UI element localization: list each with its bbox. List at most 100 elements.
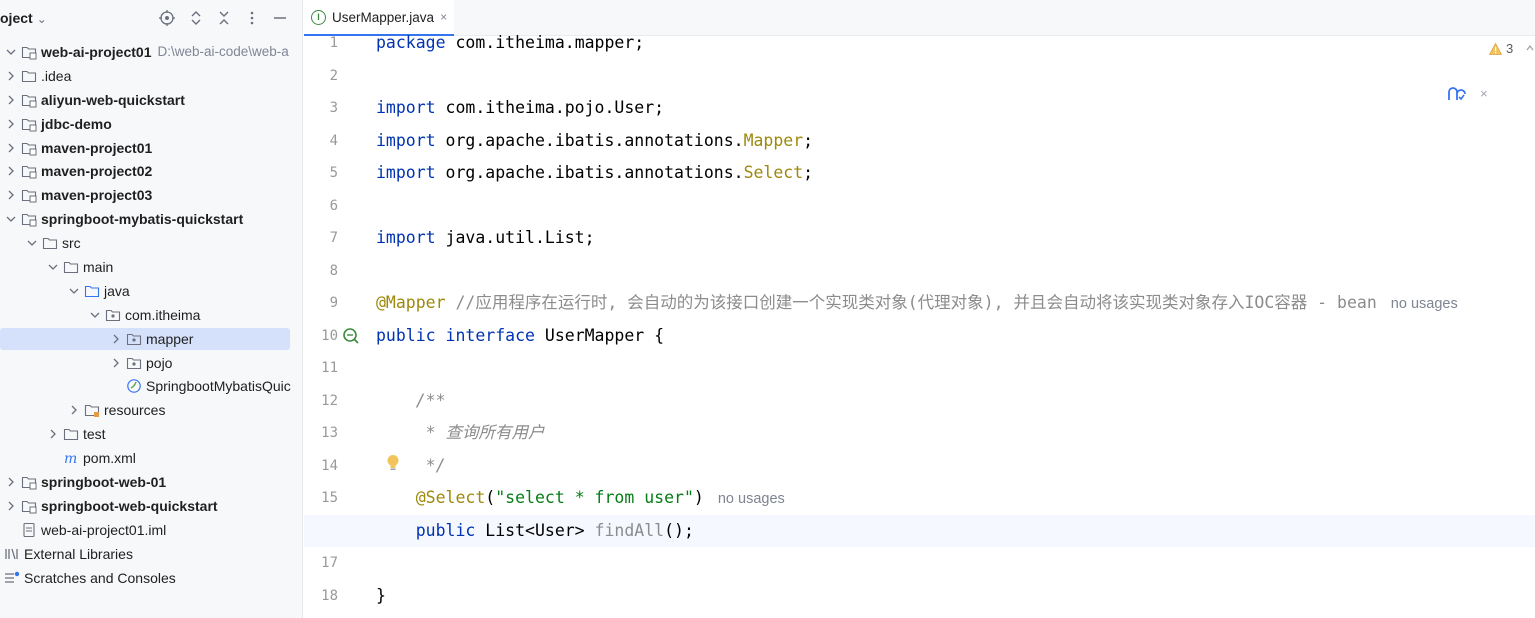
chevron-right-icon[interactable] xyxy=(4,190,18,200)
folder-icon xyxy=(63,426,79,442)
line-number: 3 xyxy=(329,100,338,116)
code-line[interactable]: @Select("select * from user") no usages xyxy=(376,482,1535,515)
tree-item[interactable]: maven-project01 xyxy=(0,136,302,160)
tree-item[interactable]: External Libraries xyxy=(0,542,302,566)
chevron-right-icon[interactable] xyxy=(4,143,18,153)
chevron-down-icon[interactable] xyxy=(4,215,18,223)
chevron-right-icon[interactable] xyxy=(4,71,18,81)
locate-file-icon[interactable] xyxy=(158,9,176,27)
expand-all-icon[interactable] xyxy=(187,9,205,27)
tree-item[interactable]: resources xyxy=(0,398,302,422)
lightbulb-icon[interactable] xyxy=(386,454,400,472)
implemented-interface-icon[interactable] xyxy=(342,327,360,345)
tree-item-label: maven-project02 xyxy=(41,163,153,180)
line-number: 5 xyxy=(329,165,338,181)
code-token: @Mapper xyxy=(376,293,446,312)
line-number: 14 xyxy=(321,457,338,474)
tree-item[interactable]: m pom.xml xyxy=(0,446,302,470)
line-number: 10 xyxy=(321,327,338,344)
usages-hint[interactable]: no usages xyxy=(1391,296,1458,312)
code-line[interactable]: public interface UserMapper { xyxy=(376,320,1535,353)
code-line[interactable]: /** xyxy=(376,385,1535,418)
tree-item[interactable]: web-ai-project01 D:\web-ai-code\web-a xyxy=(0,40,302,64)
tree-item[interactable]: SpringbootMybatisQuic xyxy=(0,374,302,398)
tree-item[interactable]: aliyun-web-quickstart xyxy=(0,88,302,112)
line-number: 13 xyxy=(321,425,338,441)
code-line[interactable]: import com.itheima.pojo.User; xyxy=(376,92,1535,125)
tree-item[interactable]: Scratches and Consoles xyxy=(0,566,302,590)
code-line[interactable]: */ xyxy=(376,450,1535,483)
tree-item[interactable]: jdbc-demo xyxy=(0,112,302,136)
vertical-scrollbar[interactable] xyxy=(1525,38,1535,618)
chevron-right-icon[interactable] xyxy=(4,95,18,105)
tree-item[interactable]: mapper xyxy=(0,327,302,351)
chevron-down-icon[interactable] xyxy=(88,311,102,319)
code-line[interactable] xyxy=(376,352,1535,385)
code-token: ; xyxy=(803,163,814,182)
project-view-selector[interactable]: oject ⌄ xyxy=(0,10,47,26)
chevron-right-icon[interactable] xyxy=(67,405,81,415)
code-area[interactable]: package com.itheima.mapper; import com.it… xyxy=(304,33,1535,618)
chevron-right-icon[interactable] xyxy=(4,477,18,487)
close-tab-icon[interactable]: × xyxy=(440,10,447,24)
chevron-down-icon[interactable] xyxy=(67,287,81,295)
code-line[interactable]: * 查询所有用户 xyxy=(376,417,1535,450)
code-line[interactable]: import org.apache.ibatis.annotations.Sel… xyxy=(376,157,1535,190)
code-token: java.util.List; xyxy=(445,228,595,247)
code-line[interactable]: } xyxy=(376,580,1535,613)
tree-item[interactable]: src xyxy=(0,231,302,255)
tree-item-label: web-ai-project01 xyxy=(41,43,152,60)
tree-item[interactable]: web-ai-project01.iml xyxy=(0,518,302,542)
tree-item[interactable]: springboot-mybatis-quickstart xyxy=(0,207,302,231)
collapse-all-icon[interactable] xyxy=(215,9,233,27)
tree-item[interactable]: test xyxy=(0,422,302,446)
code-line[interactable]: import java.util.List; xyxy=(376,222,1535,255)
tree-item[interactable]: main xyxy=(0,255,302,279)
ai-assistant-icon[interactable] xyxy=(1448,86,1466,106)
chevron-right-icon[interactable] xyxy=(46,429,60,439)
project-tool-window: oject ⌄ web-ai-project01 D:\web-ai-code\we… xyxy=(0,0,303,618)
code-token: (); xyxy=(664,520,694,540)
code-line[interactable] xyxy=(376,60,1535,93)
chevron-down-icon[interactable] xyxy=(46,263,60,271)
code-line[interactable]: import org.apache.ibatis.annotations.Map… xyxy=(376,125,1535,158)
tree-item[interactable]: java xyxy=(0,279,302,303)
code-line[interactable] xyxy=(376,190,1535,223)
tree-item[interactable]: springboot-web-01 xyxy=(0,470,302,494)
code-line[interactable] xyxy=(376,255,1535,288)
tree-item[interactable]: .idea xyxy=(0,64,302,88)
tree-item-label: pom.xml xyxy=(83,450,136,467)
chevron-down-icon[interactable] xyxy=(4,48,18,56)
folder-icon xyxy=(63,259,79,275)
chevron-right-icon[interactable] xyxy=(4,119,18,129)
resource-folder-icon xyxy=(84,402,100,418)
code-line[interactable] xyxy=(376,547,1535,580)
chevron-right-icon[interactable] xyxy=(109,334,123,344)
tree-item[interactable]: com.itheima xyxy=(0,303,302,327)
options-menu-icon[interactable] xyxy=(243,9,261,27)
line-number: 17 xyxy=(321,555,338,571)
module-folder-icon xyxy=(21,163,37,179)
hide-panel-icon[interactable] xyxy=(271,9,289,27)
module-folder-icon xyxy=(21,474,37,490)
code-line[interactable]: @Mapper //应用程序在运行时, 会自动的为该接口创建一个实现类对象(代理… xyxy=(376,287,1535,320)
module-folder-icon xyxy=(21,187,37,203)
inspection-widget[interactable]: 3 xyxy=(1489,41,1513,56)
chevron-down-icon[interactable] xyxy=(25,239,39,247)
tab-label: UserMapper.java xyxy=(332,9,435,25)
close-popup-icon[interactable]: × xyxy=(1480,86,1488,101)
module-folder-icon xyxy=(21,116,37,132)
chevron-right-icon[interactable] xyxy=(109,358,123,368)
usages-hint[interactable]: no usages xyxy=(718,491,785,507)
code-line[interactable]: public List<User> findAll(); xyxy=(304,514,1535,547)
chevron-right-icon[interactable] xyxy=(4,501,18,511)
code-token: import xyxy=(376,163,446,182)
code-line[interactable]: package com.itheima.mapper; xyxy=(376,27,1535,60)
module-folder-icon xyxy=(21,211,37,227)
iml-file-icon xyxy=(21,522,37,538)
tree-item[interactable]: springboot-web-quickstart xyxy=(0,494,302,518)
tree-item[interactable]: maven-project03 xyxy=(0,183,302,207)
tree-item[interactable]: maven-project02 xyxy=(0,159,302,183)
tree-item[interactable]: pojo xyxy=(0,351,302,375)
chevron-right-icon[interactable] xyxy=(4,166,18,176)
